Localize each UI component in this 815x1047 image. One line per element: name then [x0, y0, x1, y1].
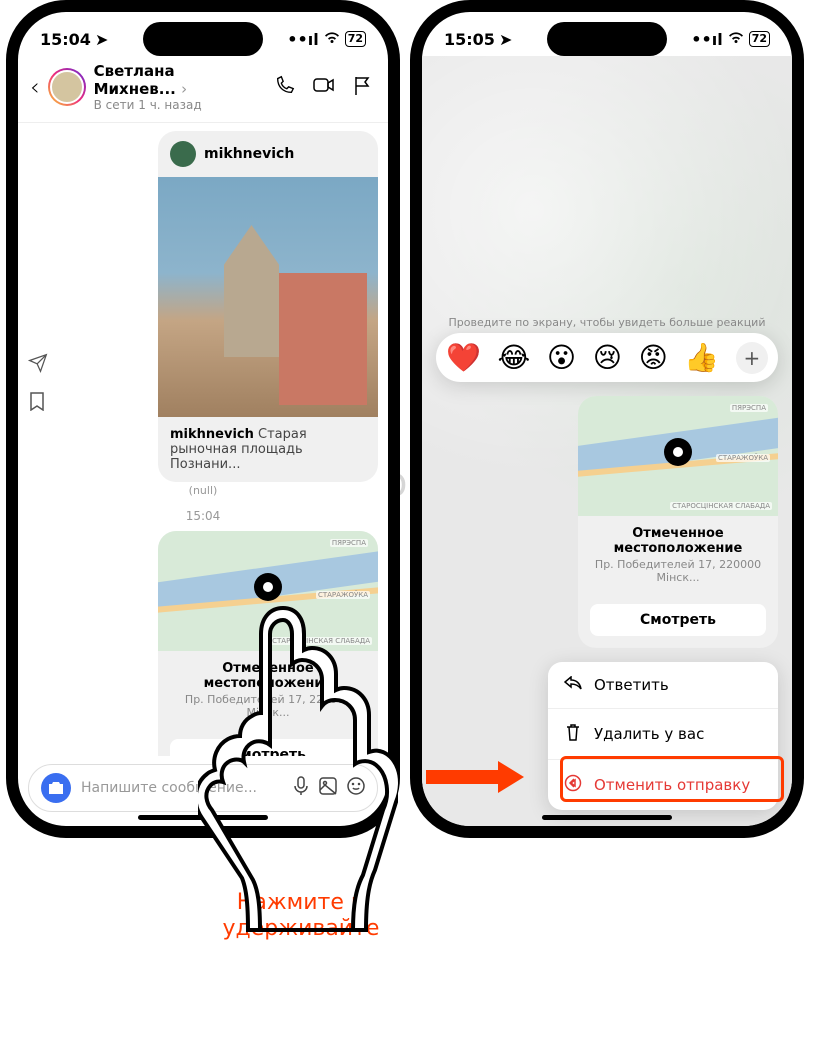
wifi-icon: [727, 30, 745, 49]
video-icon[interactable]: [308, 74, 340, 101]
view-location-button[interactable]: Смотреть: [590, 604, 766, 636]
finger-pointer: [198, 600, 398, 944]
reaction-more-button[interactable]: +: [736, 342, 768, 374]
chat-header: ‹ Светлана Михнев... › В сети 1 ч. назад: [18, 56, 388, 123]
post-caption: mikhnevich Старая рыночная площадь Позна…: [158, 417, 378, 482]
unsend-icon: [564, 774, 582, 796]
home-indicator: [542, 815, 672, 820]
reaction-angry[interactable]: 😡: [639, 341, 668, 374]
menu-unsend-label: Отменить отправку: [594, 776, 750, 794]
reply-icon: [564, 676, 582, 694]
context-menu: Ответить Удалить у вас Отменить отправку: [548, 662, 778, 810]
trash-icon: [564, 723, 582, 745]
wifi-icon: [323, 30, 341, 49]
reactions-hint: Проведите по экрану, чтобы увидеть больш…: [436, 316, 778, 329]
menu-delete-local-label: Удалить у вас: [594, 725, 704, 743]
status-time: 15:04: [40, 30, 91, 49]
location-subtitle: Пр. Победителей 17, 220000 Мінск...: [590, 558, 766, 584]
reactions-bar: ❤️ 😂 😮 😢 😡 👍 +: [436, 333, 778, 382]
reaction-heart[interactable]: ❤️: [446, 341, 481, 374]
share-icon[interactable]: [28, 353, 48, 377]
signal-icon: ••ıl: [691, 30, 722, 49]
signal-icon: ••ıl: [287, 30, 318, 49]
map-pin-icon: [254, 573, 282, 601]
menu-unsend[interactable]: Отменить отправку: [548, 760, 778, 810]
message-timestamp: 15:04: [28, 509, 378, 523]
menu-reply-label: Ответить: [594, 676, 669, 694]
notch: [143, 22, 263, 56]
call-icon[interactable]: [270, 74, 300, 101]
null-text: (null): [28, 484, 378, 497]
camera-button[interactable]: [41, 773, 71, 803]
phone-right: 15:05 ➤ ••ıl 72 Проведите по экрану, что…: [410, 0, 804, 838]
avatar[interactable]: [48, 68, 86, 106]
post-image: [158, 177, 378, 417]
map-pin-icon: [664, 438, 692, 466]
status-time: 15:05: [444, 30, 495, 49]
battery-icon: 72: [749, 31, 770, 47]
chat-name[interactable]: Светлана Михнев... ›: [94, 62, 262, 98]
menu-reply[interactable]: Ответить: [548, 662, 778, 709]
back-icon[interactable]: ‹: [30, 73, 40, 101]
notch: [547, 22, 667, 56]
location-arrow-icon: ➤: [95, 30, 108, 49]
reaction-laugh[interactable]: 😂: [498, 341, 531, 374]
battery-icon: 72: [345, 31, 366, 47]
reaction-wow[interactable]: 😮: [547, 341, 576, 374]
bookmark-icon[interactable]: [28, 391, 48, 415]
location-title: Отмеченное местоположение: [590, 526, 766, 556]
arrow-annotation: [426, 770, 502, 784]
side-actions: [28, 353, 48, 415]
post-author-avatar: [170, 141, 196, 167]
flag-icon[interactable]: [348, 74, 376, 101]
location-card[interactable]: ПЯРЭСПА СТАРАЖОЎКА СТАРОСЦІНСКАЯ СЛАБАДА…: [578, 396, 778, 648]
post-author-name: mikhnevich: [204, 146, 294, 162]
reaction-sad[interactable]: 😢: [593, 341, 622, 374]
location-arrow-icon: ➤: [499, 30, 512, 49]
menu-delete-local[interactable]: Удалить у вас: [548, 709, 778, 760]
map-preview: ПЯРЭСПА СТАРАЖОЎКА СТАРОСЦІНСКАЯ СЛАБАДА: [578, 396, 778, 516]
shared-post-card[interactable]: mikhnevich mikhnevich Старая рыночная пл…: [158, 131, 378, 482]
reaction-thumbsup[interactable]: 👍: [684, 341, 719, 374]
chat-status: В сети 1 ч. назад: [94, 98, 262, 112]
